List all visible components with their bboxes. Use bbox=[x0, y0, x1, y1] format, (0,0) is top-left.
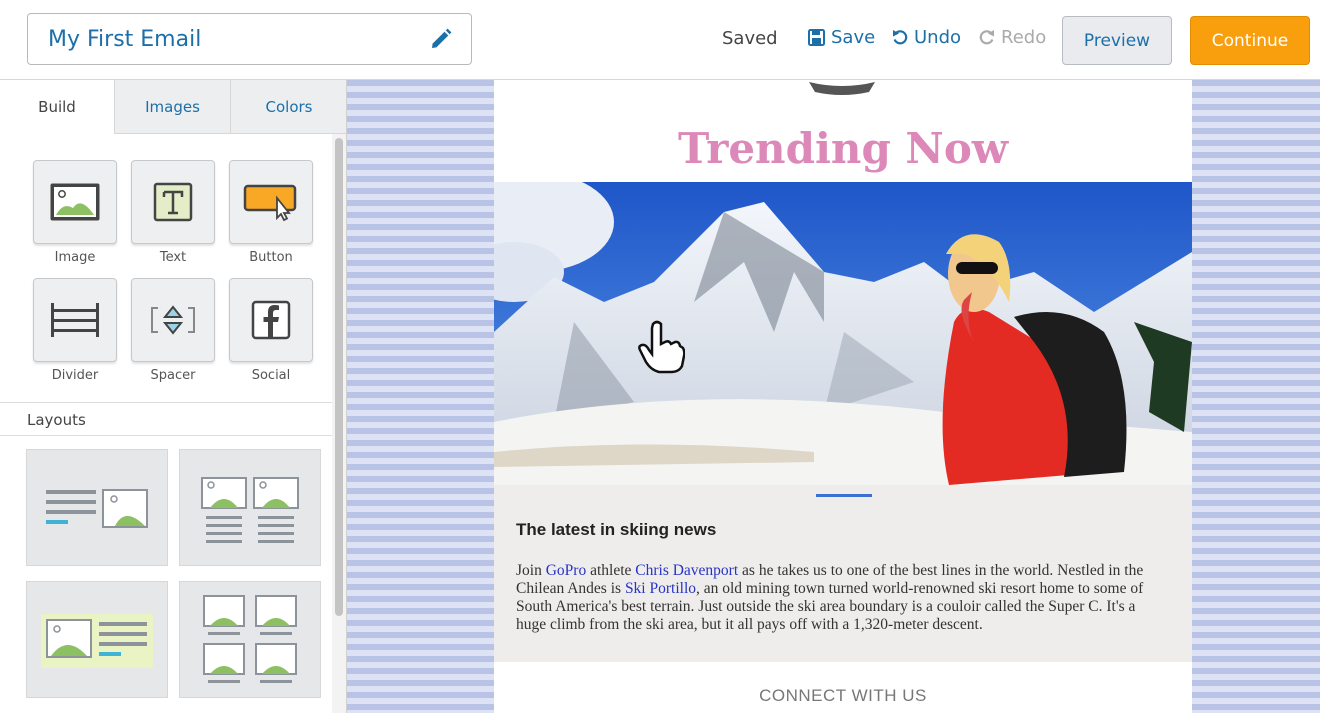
redo-button[interactable]: Redo bbox=[979, 27, 1046, 48]
layout-two-column[interactable] bbox=[179, 449, 321, 566]
tab-build[interactable]: Build bbox=[0, 80, 115, 134]
email-title-text[interactable]: My First Email bbox=[48, 27, 201, 52]
email-preview: Trending Now The latest in skiing news J… bbox=[494, 80, 1192, 713]
hand-cursor-icon bbox=[638, 320, 685, 374]
email-title-field[interactable]: My First Email bbox=[27, 13, 472, 65]
panel-tabs: Build Images Colors bbox=[0, 80, 346, 134]
layout-text-image[interactable] bbox=[26, 449, 168, 566]
layout-two-column-icon bbox=[201, 477, 299, 543]
block-image[interactable] bbox=[33, 160, 117, 244]
text-icon bbox=[153, 182, 193, 222]
layouts-heading: Layouts bbox=[0, 402, 332, 436]
block-image-label: Image bbox=[54, 250, 96, 265]
block-button-label: Button bbox=[249, 250, 293, 265]
save-status: Saved bbox=[722, 28, 778, 49]
block-button[interactable] bbox=[229, 160, 313, 244]
pencil-icon[interactable] bbox=[429, 27, 453, 51]
layout-image-text-highlight[interactable] bbox=[26, 581, 168, 698]
block-social-label: Social bbox=[251, 368, 291, 383]
preview-button[interactable]: Preview bbox=[1062, 16, 1172, 65]
ribbon-ornament bbox=[809, 82, 875, 95]
image-icon bbox=[50, 183, 100, 221]
block-divider[interactable] bbox=[33, 278, 117, 362]
block-divider-label: Divider bbox=[51, 368, 99, 383]
layout-image-text-highlight-icon bbox=[41, 614, 153, 668]
ski-portillo-link[interactable]: Ski Portillo bbox=[625, 580, 696, 597]
layouts-heading-text: Layouts bbox=[27, 411, 86, 429]
block-spacer[interactable] bbox=[131, 278, 215, 362]
button-icon bbox=[243, 184, 297, 222]
facebook-icon bbox=[251, 300, 291, 340]
layout-four-grid-icon bbox=[203, 595, 297, 683]
spacer-icon bbox=[151, 305, 195, 335]
redo-label: Redo bbox=[1001, 27, 1047, 48]
panel-scrollbar-thumb[interactable] bbox=[335, 138, 343, 616]
accent-divider bbox=[816, 494, 872, 497]
email-heading[interactable]: Trending Now bbox=[494, 124, 1192, 173]
block-spacer-label: Spacer bbox=[150, 368, 196, 383]
save-label: Save bbox=[831, 27, 876, 48]
undo-button[interactable]: Undo bbox=[892, 27, 961, 48]
block-text-label: Text bbox=[159, 250, 187, 265]
top-toolbar: My First Email Saved Save Undo Redo Prev… bbox=[0, 0, 1320, 80]
divider-icon bbox=[51, 303, 99, 337]
chris-davenport-link[interactable]: Chris Davenport bbox=[635, 562, 738, 579]
email-canvas: Trending Now The latest in skiing news J… bbox=[347, 80, 1320, 713]
layout-text-image-icon bbox=[46, 489, 148, 528]
tab-colors[interactable]: Colors bbox=[231, 80, 346, 134]
block-social[interactable] bbox=[229, 278, 313, 362]
floppy-disk-icon bbox=[808, 29, 825, 46]
undo-label: Undo bbox=[914, 27, 962, 48]
build-panel: Build Images Colors Image Text Button Di… bbox=[0, 80, 347, 713]
block-text[interactable] bbox=[131, 160, 215, 244]
article-block[interactable]: The latest in skiing news Join GoPro ath… bbox=[494, 485, 1192, 662]
continue-button[interactable]: Continue bbox=[1190, 16, 1310, 65]
gopro-link[interactable]: GoPro bbox=[546, 562, 586, 579]
tab-images[interactable]: Images bbox=[115, 80, 231, 134]
article-body: Join GoPro athlete Chris Davenport as he… bbox=[516, 562, 1144, 633]
layout-four-grid[interactable] bbox=[179, 581, 321, 698]
save-button[interactable]: Save bbox=[808, 27, 875, 48]
article-title: The latest in skiing news bbox=[516, 520, 717, 539]
redo-icon bbox=[979, 30, 994, 45]
undo-icon bbox=[893, 30, 908, 45]
connect-heading: CONNECT WITH US bbox=[759, 686, 927, 705]
hero-image-mountain-hiker[interactable] bbox=[494, 182, 1192, 485]
